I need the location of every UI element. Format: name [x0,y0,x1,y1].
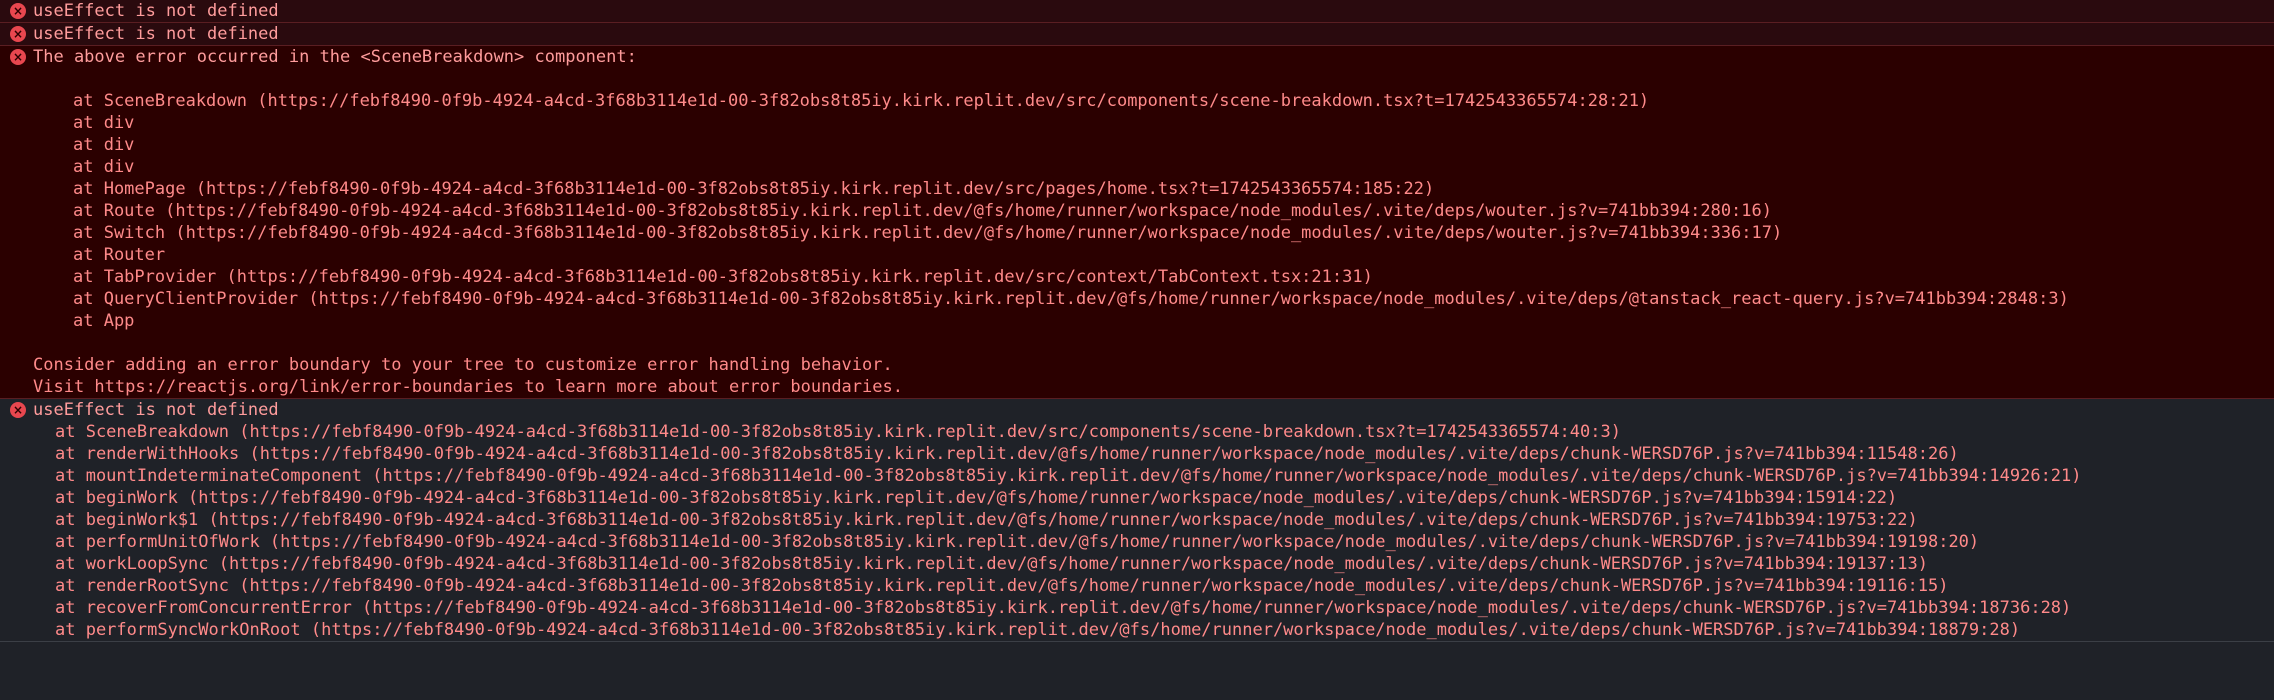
error-circle-icon: × [10,3,26,19]
stack-frame-link[interactable]: at mountIndeterminateComponent (https://… [0,465,2274,487]
stack-frame-link[interactable]: at beginWork (https://febf8490-0f9b-4924… [0,487,2274,509]
stack-frame-link[interactable]: at recoverFromConcurrentError (https://f… [0,597,2274,619]
error-message: useEffect is not defined [33,1,279,21]
console-error-entry[interactable]: × useEffect is not defined [0,0,2274,23]
stack-frame-link[interactable]: at Switch (https://febf8490-0f9b-4924-a4… [0,222,2274,244]
stack-frame: at div [73,113,135,133]
error-advice-link[interactable]: Visit https://reactjs.org/link/error-bou… [0,376,2274,398]
error-message: The above error occurred in the <SceneBr… [33,47,637,67]
stack-frame: at App [73,311,135,331]
error-circle-icon: × [10,49,26,65]
stack-frame-link[interactable]: at QueryClientProvider (https://febf8490… [0,288,2274,310]
stack-frame-link[interactable]: at performSyncWorkOnRoot (https://febf84… [0,619,2274,641]
stack-frame-link[interactable]: at performUnitOfWork (https://febf8490-0… [0,531,2274,553]
stack-frame-link[interactable]: at renderWithHooks (https://febf8490-0f9… [0,443,2274,465]
stack-frame-link[interactable]: at HomePage (https://febf8490-0f9b-4924-… [0,178,2274,200]
console-error-entry[interactable]: × useEffect is not defined [0,23,2274,46]
stack-frame-link[interactable]: at beginWork$1 (https://febf8490-0f9b-49… [0,509,2274,531]
console-bottom [0,642,2274,658]
stack-frame: at div [73,157,135,177]
error-advice: Consider adding an error boundary to you… [33,355,893,375]
component-error-entry[interactable]: × The above error occurred in the <Scene… [0,46,2274,399]
error-message: useEffect is not defined [33,400,279,420]
console-panel: × useEffect is not defined × useEffect i… [0,0,2274,658]
stack-frame: at Router [73,245,166,265]
stack-frame-link[interactable]: at Route (https://febf8490-0f9b-4924-a4c… [0,200,2274,222]
stack-frame-link[interactable]: at TabProvider (https://febf8490-0f9b-49… [0,266,2274,288]
stack-frame-link[interactable]: at renderRootSync (https://febf8490-0f9b… [0,575,2274,597]
error-message: useEffect is not defined [33,24,279,44]
console-error-entry[interactable]: × useEffect is not defined at SceneBreak… [0,399,2274,642]
stack-frame: at div [73,135,135,155]
stack-frame-link[interactable]: at workLoopSync (https://febf8490-0f9b-4… [0,553,2274,575]
stack-frame-link[interactable]: at SceneBreakdown (https://febf8490-0f9b… [0,421,2274,443]
error-circle-icon: × [10,26,26,42]
stack-frame-link[interactable]: at SceneBreakdown (https://febf8490-0f9b… [0,90,2274,112]
error-circle-icon: × [10,402,26,418]
